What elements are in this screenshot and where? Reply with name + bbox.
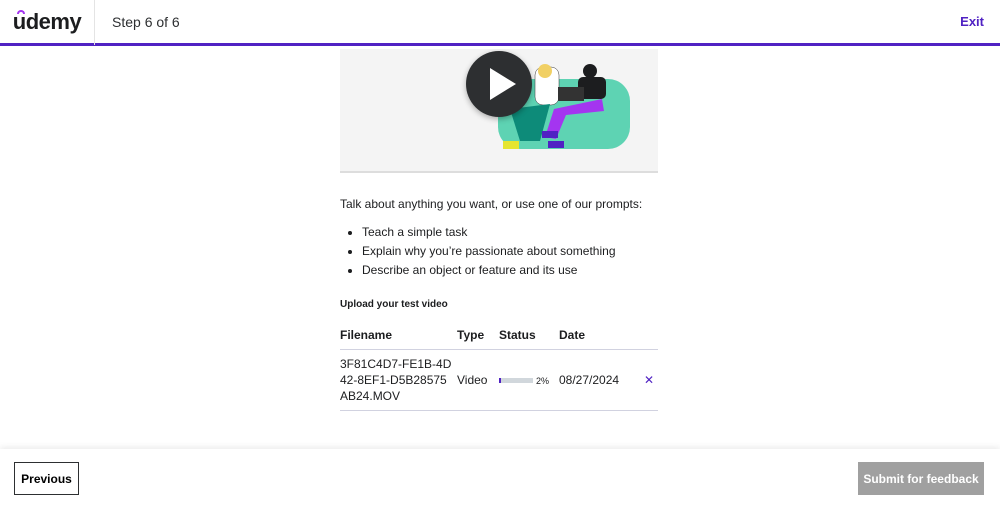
filename-cell: 3F81C4D7-FE1B-4D 42-8EF1-D5B28575 AB24.MOV (340, 349, 457, 411)
filename-line: AB24.MOV (340, 389, 401, 403)
header: udemy Step 6 of 6 Exit (0, 0, 1000, 46)
column-header-actions (639, 320, 658, 350)
step-indicator: Step 6 of 6 (112, 13, 180, 30)
main-content: Talk about anything you want, or use one… (340, 49, 658, 411)
filename-line: 3F81C4D7-FE1B-4D (340, 357, 452, 371)
prompt-list: Teach a simple task Explain why you’re p… (340, 225, 658, 277)
column-header-status: Status (499, 320, 559, 350)
remove-file-icon[interactable]: ✕ (639, 349, 658, 411)
column-header-type: Type (457, 320, 499, 350)
table-row: 3F81C4D7-FE1B-4D 42-8EF1-D5B28575 AB24.MOV… (340, 349, 658, 411)
progress-fill (499, 377, 501, 383)
filename-line: 42-8EF1-D5B28575 (340, 373, 447, 387)
prompt-item: Teach a simple task (362, 225, 658, 239)
video-player[interactable] (340, 49, 658, 173)
upload-progress-bar (499, 377, 533, 383)
previous-button[interactable]: Previous (14, 462, 79, 495)
type-cell: Video (457, 349, 499, 411)
status-cell: 2% (499, 349, 559, 411)
progress-label: 2% (536, 375, 550, 386)
play-icon[interactable] (466, 51, 532, 117)
footer: Previous Submit for feedback (0, 449, 1000, 505)
upload-title: Upload your test video (340, 299, 448, 310)
upload-table: Filename Type Status Date 3F81C4D7-FE1B-… (340, 320, 658, 411)
prompt-item: Describe an object or feature and its us… (362, 263, 658, 277)
date-cell: 08/27/2024 (559, 349, 640, 411)
submit-for-feedback-button[interactable]: Submit for feedback (858, 462, 984, 495)
column-header-date: Date (559, 320, 640, 350)
column-header-filename: Filename (340, 320, 457, 350)
udemy-logo[interactable]: udemy (0, 0, 95, 45)
exit-link[interactable]: Exit (960, 14, 984, 29)
intro-text: Talk about anything you want, or use one… (340, 197, 643, 211)
prompt-item: Explain why you’re passionate about some… (362, 244, 658, 258)
